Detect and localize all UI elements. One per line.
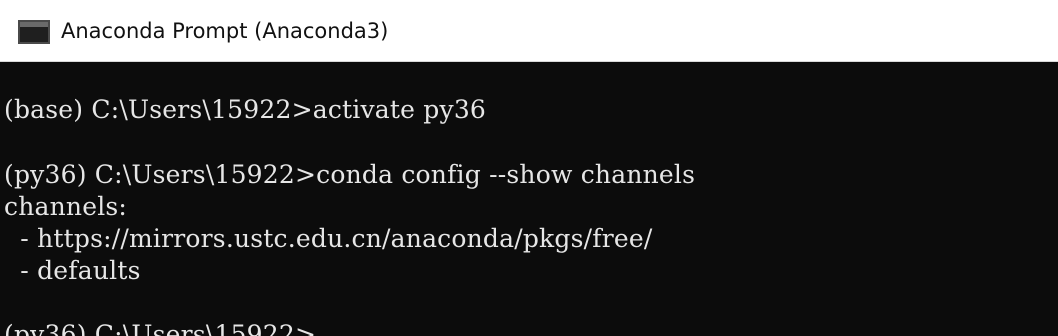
terminal-line: channels: <box>4 192 128 221</box>
terminal-output[interactable]: (base) C:\Users\15922>activate py36 (py3… <box>0 62 1058 336</box>
terminal-line: - https://mirrors.ustc.edu.cn/anaconda/p… <box>4 224 653 253</box>
terminal-line: (py36) C:\Users\15922>conda config --sho… <box>4 160 696 189</box>
terminal-prompt-line[interactable]: (py36) C:\Users\15922> <box>4 319 316 336</box>
terminal-window: Anaconda Prompt (Anaconda3) (base) C:\Us… <box>0 0 1058 336</box>
terminal-line: (base) C:\Users\15922>activate py36 <box>4 95 487 124</box>
window-title: Anaconda Prompt (Anaconda3) <box>61 19 389 43</box>
title-bar[interactable]: Anaconda Prompt (Anaconda3) <box>0 0 1058 62</box>
terminal-line: - defaults <box>4 256 141 285</box>
console-window-icon[interactable] <box>18 20 50 44</box>
